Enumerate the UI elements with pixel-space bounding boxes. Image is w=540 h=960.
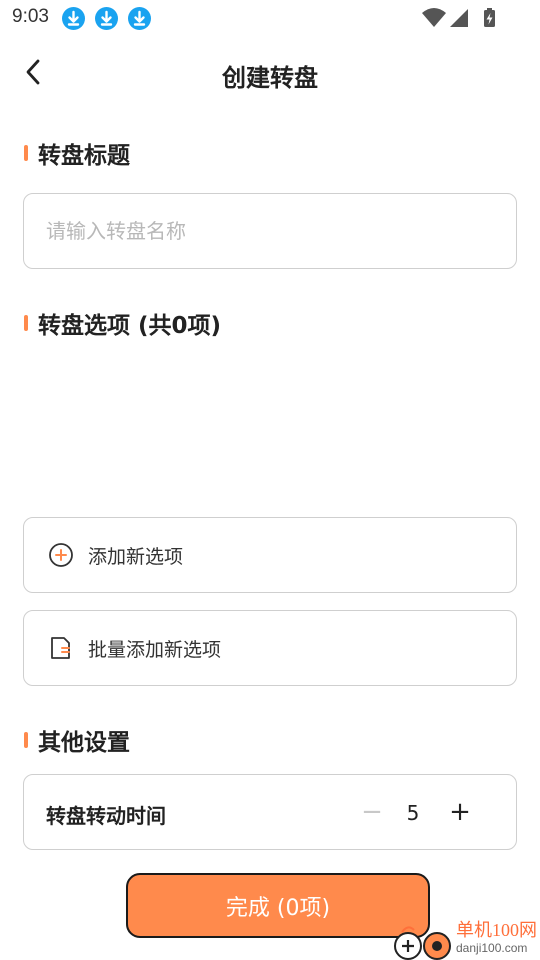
watermark-url: danji100.com (456, 941, 528, 955)
watermark-logo-icon (394, 926, 451, 960)
section-title-other-settings: 其他设置 (24, 725, 130, 756)
section-heading: 其他设置 (38, 730, 130, 756)
signal-icon (450, 9, 468, 27)
watermark-name: 单机100网 (456, 920, 537, 940)
plus-circle-icon (48, 542, 74, 568)
spin-time-value: 5 (406, 801, 420, 825)
add-option-button[interactable]: 添加新选项 (23, 517, 517, 593)
section-accent-bar (24, 145, 28, 161)
system-icons (422, 8, 495, 27)
section-title-wheel-options: 转盘选项 (共0项) (24, 308, 222, 339)
section-heading: 转盘选项 (共0项) (38, 313, 222, 339)
download-icon (95, 7, 118, 30)
add-option-label: 添加新选项 (88, 545, 184, 568)
document-icon (48, 635, 74, 661)
wifi-icon (422, 8, 446, 27)
download-icon (62, 7, 85, 30)
finish-button[interactable]: 完成 (0项) (126, 873, 430, 938)
spin-time-label: 转盘转动时间 (46, 804, 166, 828)
watermark: 单机100网 danji100.com (392, 912, 540, 960)
decrease-button[interactable]: − (354, 795, 390, 831)
section-heading: 转盘标题 (38, 143, 130, 169)
batch-add-option-button[interactable]: 批量添加新选项 (23, 610, 517, 686)
section-title-wheel-name: 转盘标题 (24, 138, 130, 169)
status-time: 9:03 (12, 6, 49, 27)
section-accent-bar (24, 732, 28, 748)
batch-add-option-label: 批量添加新选项 (88, 638, 222, 661)
spin-time-setting: 转盘转动时间 − 5 + (23, 774, 517, 850)
increase-button[interactable]: + (442, 795, 478, 831)
download-icon (128, 7, 151, 30)
page-title: 创建转盘 (222, 64, 318, 92)
header: 创建转盘 (0, 44, 540, 104)
section-accent-bar (24, 315, 28, 331)
battery-charging-icon (484, 8, 495, 27)
wheel-name-input[interactable] (23, 193, 517, 269)
status-bar: 9:03 (0, 0, 540, 36)
